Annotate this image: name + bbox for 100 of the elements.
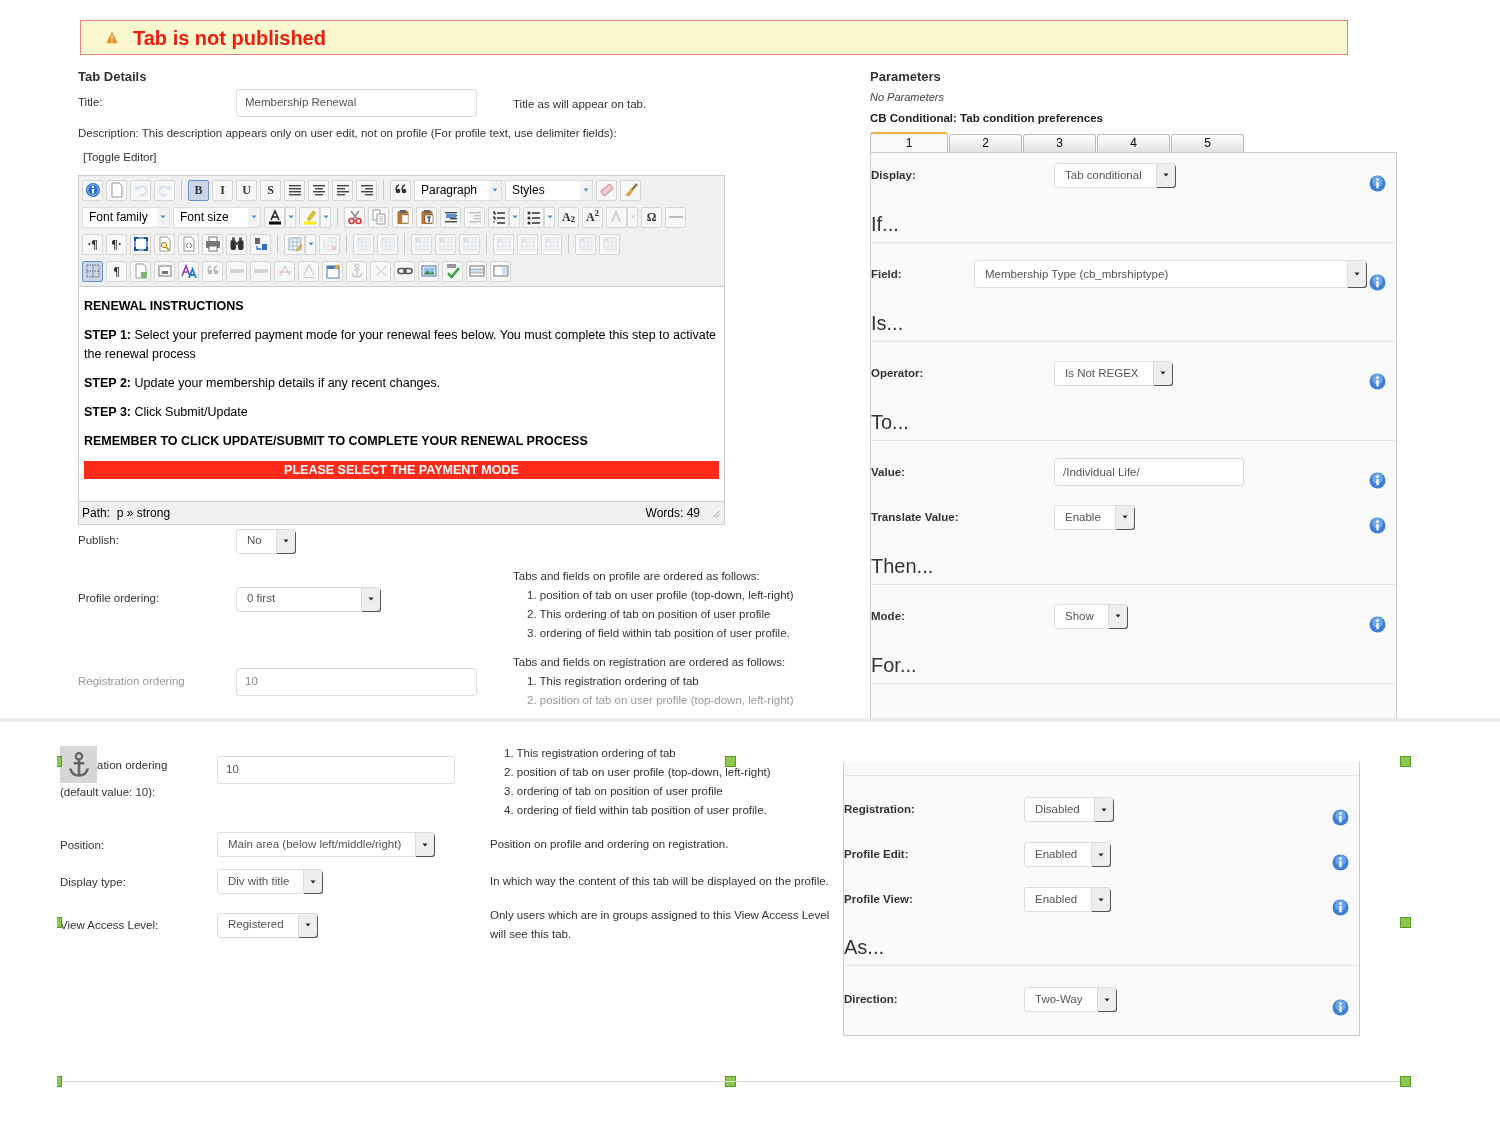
layer-icon [468, 263, 485, 279]
caret-button[interactable] [320, 206, 331, 228]
resize-handle[interactable] [57, 756, 62, 767]
info-icon[interactable] [1332, 899, 1349, 916]
note-text: No Parameters [870, 90, 945, 105]
alert-text: Tab is not published [133, 25, 326, 51]
dropdown[interactable]: Show [1054, 603, 1128, 629]
info-icon[interactable] [1369, 471, 1386, 489]
toolbar-button[interactable]: ¶· [106, 233, 127, 255]
dropdown[interactable]: No [236, 528, 296, 554]
info-icon[interactable] [1369, 174, 1386, 192]
caret-button[interactable] [305, 233, 316, 255]
tab[interactable]: 2 [949, 133, 1022, 152]
input-field[interactable]: 10 [236, 667, 477, 696]
dropdown[interactable]: 0 first [236, 586, 381, 612]
field-label: Profile Edit: [844, 846, 910, 862]
section-heading: Parameters [870, 69, 942, 85]
info-icon[interactable] [1332, 854, 1349, 871]
align-center-icon [310, 182, 327, 198]
cross-icon [372, 263, 389, 279]
input-field[interactable]: Membership Renewal [236, 89, 477, 117]
dropdown[interactable]: Styles [505, 179, 593, 201]
window-icon [156, 263, 173, 279]
info-icon[interactable] [1369, 273, 1386, 291]
dropdown[interactable]: Enable [1054, 504, 1135, 530]
tab[interactable]: 5 [1171, 133, 1244, 152]
section-title: Is... [871, 310, 904, 335]
spellcheck-icon [444, 263, 461, 279]
resize-handle[interactable] [57, 917, 62, 928]
toolbar-button[interactable]: A$^{2}$ [582, 206, 603, 228]
eraser-icon [598, 182, 615, 198]
tab[interactable]: 4 [1097, 133, 1170, 152]
horizontal-line-icon [667, 216, 684, 218]
toolbar-button[interactable]: S [260, 179, 281, 201]
binoculars-icon [228, 236, 245, 252]
toolbar-button[interactable]: ·¶ [82, 233, 103, 255]
preview-icon [156, 236, 173, 252]
input-field[interactable]: 10 [217, 756, 455, 784]
info-icon[interactable] [1332, 809, 1349, 826]
caret-button[interactable] [627, 206, 638, 228]
field-label: Position: [60, 838, 105, 851]
subheading: CB Conditional: Tab condition preferences [870, 110, 1104, 126]
toolbar-button[interactable]: B [188, 179, 209, 201]
field-label: Profile View: [844, 891, 914, 907]
info-icon[interactable] [1369, 516, 1386, 534]
section-title: If... [871, 211, 899, 236]
caret-icon [491, 186, 499, 194]
field-label: Profile ordering: [78, 591, 161, 607]
dropdown[interactable]: Two-Way [1024, 987, 1117, 1012]
strikethrough-icon [276, 263, 293, 279]
field-label: ation ordering [97, 757, 168, 773]
info-icon[interactable] [1369, 372, 1386, 390]
tab[interactable]: 3 [1023, 133, 1096, 152]
dropdown[interactable]: Membership Type (cb_mbrshiptype) [974, 260, 1367, 289]
toolbar-button[interactable]: Ω [641, 206, 662, 228]
document-icon [132, 263, 149, 279]
dropdown[interactable]: Enabled [1024, 842, 1112, 867]
help-icon [84, 182, 101, 198]
resize-handle[interactable] [1400, 1076, 1411, 1087]
help-text: Title as will appear on tab. [513, 97, 647, 113]
align-justify-icon [286, 182, 303, 198]
toolbar-button[interactable]: U [236, 179, 257, 201]
dropdown[interactable]: Main area (below left/middle/right) [217, 832, 436, 857]
dropdown[interactable]: Paragraph [414, 179, 502, 201]
help-text: Only users which are in groups assigned to this View Access Level will see this tab. [490, 908, 831, 942]
dropdown[interactable]: Font family [82, 206, 170, 228]
dropdown[interactable]: Enabled [1024, 887, 1112, 912]
toggle-editor-link[interactable]: [Toggle Editor] [83, 149, 157, 167]
indent-icon [442, 209, 459, 225]
toolbar-button[interactable]: ¶ [106, 260, 127, 282]
caret-icon [281, 537, 290, 545]
dropdown[interactable]: Font size [173, 206, 261, 228]
toolbar-button[interactable]: I [212, 179, 233, 201]
caret-icon [367, 595, 375, 603]
numbered-list-icon [490, 209, 507, 225]
caret-icon [303, 921, 312, 929]
paragraph-text: STEP 3: Click Submit/Update [84, 403, 249, 421]
tab[interactable]: 1 [870, 131, 948, 152]
input-field[interactable]: /Individual Life/ [1054, 458, 1244, 487]
field-label: Registration: [844, 801, 916, 817]
resize-handle[interactable] [1400, 756, 1411, 767]
dropdown[interactable]: Is Not REGEX [1054, 360, 1173, 386]
dropdown[interactable]: Div with title [217, 869, 324, 894]
dropdown[interactable]: Tab conditional [1054, 162, 1176, 188]
toolbar-button[interactable]: A$_{2}$ [558, 206, 579, 228]
resize-handle[interactable] [1400, 917, 1411, 928]
list-item: 2. position of tab on user profile (top-down, left-right) [526, 692, 794, 708]
resize-handle[interactable] [57, 1076, 62, 1087]
info-icon[interactable] [1332, 999, 1349, 1016]
info-icon[interactable] [1369, 615, 1386, 633]
dropdown[interactable]: Registered [217, 912, 318, 938]
table-icon [577, 236, 594, 252]
underline-icon [300, 263, 317, 279]
resize-handle[interactable] [725, 756, 736, 767]
dropdown[interactable]: Disabled [1024, 797, 1114, 822]
caret-icon [510, 213, 519, 221]
resize-handle[interactable] [725, 1076, 736, 1087]
field-label: Operator: [871, 365, 925, 381]
scissors-icon [346, 209, 363, 225]
paragraph-text: STEP 2: Update your membership details if any recent changes. [84, 374, 442, 392]
